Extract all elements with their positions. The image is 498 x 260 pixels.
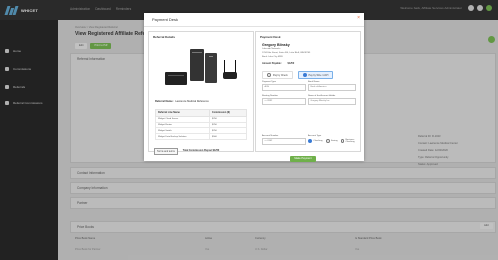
make-payment-button[interactable]: Make Payment [290, 156, 316, 162]
account-type-saving[interactable]: Saving [325, 139, 338, 144]
option-label: Checking [313, 140, 323, 143]
table-header-row: Referral Line Name Commission ($) [155, 109, 248, 117]
payment-method-options: Pay by Check Pay by Wire / ACH [262, 71, 334, 80]
table-row: Widget Data Backup Solution $500 [155, 133, 248, 140]
payee-address: 1234 Elm Street, Suite 400, Lake Bluff, … [262, 52, 311, 54]
payment-card: Payment Desk Gregory Blinsky Lakeside Ne… [255, 31, 361, 162]
payment-desk-modal: Payment Desk × Referral Details Referral… [144, 13, 364, 162]
account-holder-field: Name of the Account Holder Gregory Blins… [308, 95, 356, 105]
payee-bank: Bank: Lake City MFB [262, 56, 283, 58]
payee-company: Lakeside Networks [262, 48, 281, 50]
referral-name: Referral Name: Lawrence Medical Referenc… [155, 100, 209, 103]
table-cell: Widget Data Backup Solution [155, 133, 210, 140]
terms-button[interactable]: Terms and terms [154, 148, 178, 155]
account-number-field: Account Number ••• 6362 [262, 135, 306, 145]
field-label: Account Number [262, 135, 279, 137]
account-type-options: Checking Saving Business Checking [308, 139, 360, 144]
routing-number-field: Routing Number ••• 8992 [262, 95, 306, 105]
table-cell: $500 [208, 133, 248, 140]
routing-number-input[interactable]: ••• 8992 [262, 98, 306, 105]
referral-name-value: Lawrence Medical Reference [175, 100, 209, 103]
pay-by-check-option[interactable]: Pay by Check [262, 71, 293, 80]
field-label: Name of the Account Holder [308, 95, 336, 97]
field-label: Payment Type [262, 81, 276, 83]
radio-icon [340, 139, 345, 144]
bank-name-input[interactable]: Bank of America [308, 84, 356, 91]
modal-title: Payment Desk [152, 17, 179, 22]
card-title: Payment Desk [260, 35, 281, 39]
pay-by-ach-option[interactable]: Pay by Wire / ACH [297, 71, 334, 80]
card-title: Referral Details [153, 35, 176, 39]
amount-label: Amount Payable: [262, 62, 282, 65]
field-label: Routing Number [262, 95, 278, 97]
column-header: Commission ($) [208, 109, 248, 117]
column-header: Referral Line Name [155, 109, 210, 117]
radio-icon [325, 139, 330, 144]
option-label: Pay by Wire / ACH [308, 73, 329, 77]
account-type-business-checking[interactable]: Business Checking [340, 139, 360, 144]
divider [144, 26, 364, 27]
radio-icon [302, 73, 308, 78]
referral-lines-table: Referral Line Name Commission ($) Widget… [155, 109, 248, 140]
field-label: Bank Name [308, 81, 320, 83]
radio-icon [308, 139, 313, 144]
account-type-checking[interactable]: Checking [308, 139, 323, 144]
account-type-label: Account Type [308, 135, 322, 137]
amount-payable: Amount Payable: $1250 [262, 62, 294, 65]
close-icon[interactable]: × [357, 16, 360, 21]
payee-name: Gregory Blinsky [262, 43, 290, 47]
option-label: Business Checking [345, 139, 355, 144]
amount-value: $1250 [287, 62, 295, 65]
option-label: Saving [330, 140, 338, 143]
option-label: Pay by Check [272, 73, 288, 77]
bank-name-field: Bank Name Bank of America [308, 81, 356, 91]
referral-details-card: Referral Details Referral Name: Lawrence… [148, 31, 254, 152]
radio-icon [267, 73, 272, 78]
account-number-input[interactable]: ••• 6362 [262, 138, 306, 145]
payment-type-field: Payment Type ACH [262, 81, 306, 91]
account-holder-input[interactable]: Gregory Blinsky Inc. [308, 98, 356, 105]
referral-name-label: Referral Name: [155, 100, 174, 103]
payment-type-select[interactable]: ACH [262, 84, 306, 91]
